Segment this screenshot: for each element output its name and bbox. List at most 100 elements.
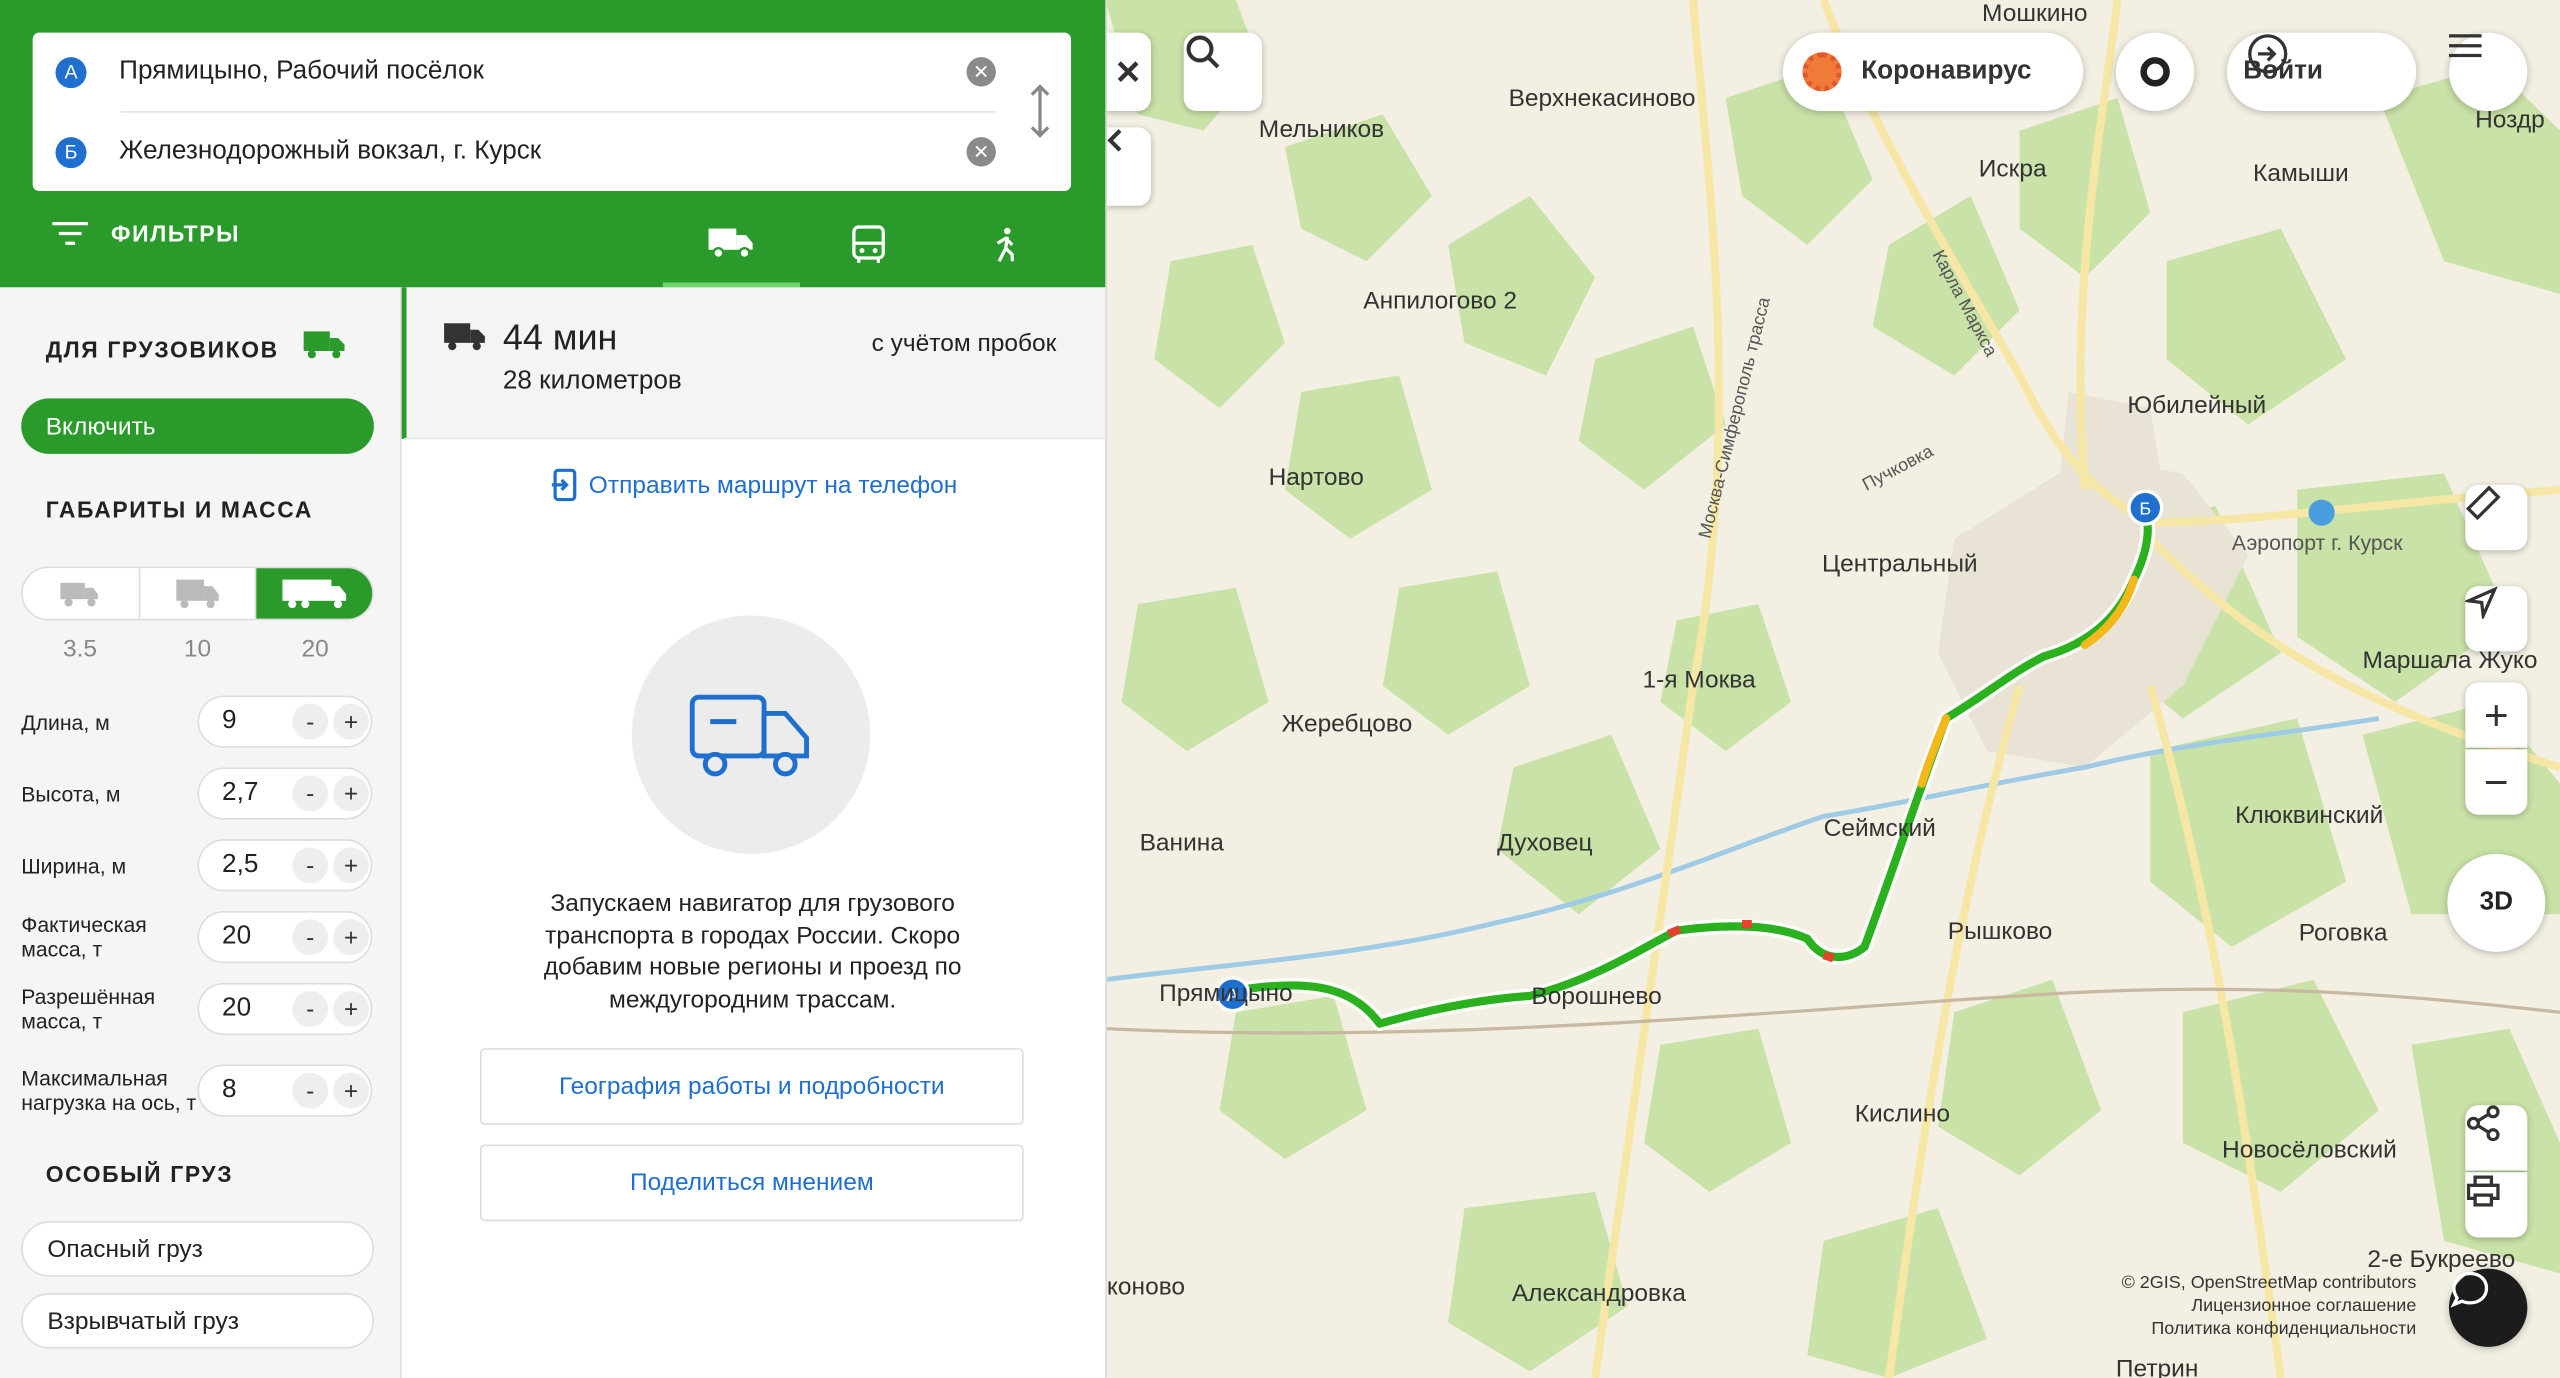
clear-from-icon[interactable]: ✕ [966, 57, 996, 87]
param-value[interactable]: 20 [222, 994, 287, 1023]
swap-points-button[interactable] [1022, 82, 1058, 141]
zoom-out-button[interactable]: − [2465, 749, 2528, 815]
param-label: Фактическая масса, т [21, 912, 147, 962]
route-results: 44 мин 28 километров с учётом пробок Отп… [401, 287, 1106, 1378]
3d-compass-button[interactable]: 3D [2447, 853, 2546, 952]
place-label: Прямицыно [1159, 979, 1293, 1008]
truck-icon [303, 331, 345, 359]
param-stepper[interactable]: 2,5 - + [197, 839, 373, 892]
weight-label: 20 [301, 635, 329, 663]
param-value[interactable]: 8 [222, 1076, 287, 1105]
privacy-link[interactable]: Политика конфиденциальности [2122, 1319, 2416, 1339]
filters-button[interactable]: ФИЛЬТРЫ [52, 220, 240, 247]
chat-button[interactable] [2448, 1268, 2528, 1347]
swap-icon [1030, 84, 1050, 138]
collapse-panel-button[interactable] [1105, 127, 1152, 206]
tab-public-transport[interactable] [800, 202, 937, 287]
param-value[interactable]: 2,5 [222, 851, 287, 880]
param-label: Высота, м [21, 781, 121, 806]
param-row: Высота, м 2,7 - + [21, 767, 374, 820]
param-stepper[interactable]: 20 - + [197, 911, 373, 964]
increment-button[interactable]: + [333, 775, 369, 812]
search-button[interactable] [1183, 32, 1263, 112]
copyright-text: © 2GIS, OpenStreetMap contributors [2121, 1273, 2417, 1294]
special-cargo-title: ОСОБЫЙ ГРУЗ [45, 1160, 234, 1187]
send-to-phone-label: Отправить маршрут на телефон [588, 471, 958, 499]
locate-button[interactable] [2465, 586, 2528, 652]
decrement-button[interactable]: - [292, 703, 329, 740]
map[interactable]: А Б Мошкино Мельников Верхнекасиново Иск… [1105, 0, 2560, 1378]
param-row: Фактическая масса, т 20 - + [21, 911, 374, 964]
param-stepper[interactable]: 9 - + [197, 695, 373, 748]
to-text[interactable]: Железнодорожный вокзал, г. Курск [119, 137, 966, 166]
enable-trucks-button[interactable]: Включить [21, 398, 374, 454]
param-stepper[interactable]: 20 - + [197, 982, 373, 1036]
route-summary[interactable]: 44 мин 28 километров с учётом пробок [401, 287, 1106, 440]
attribution: © 2GIS, OpenStreetMap contributors Лицен… [2122, 1273, 2417, 1338]
increment-button[interactable]: + [333, 847, 369, 884]
from-text[interactable]: Прямицыно, Рабочий посёлок [119, 57, 966, 86]
print-icon [2466, 1175, 2500, 1207]
increment-button[interactable]: + [333, 703, 369, 740]
tab-truck[interactable] [662, 202, 800, 288]
ruler-icon [2465, 485, 2501, 521]
print-button[interactable] [2465, 1172, 2528, 1238]
explosive-cargo-option[interactable]: Взрывчатый груз [21, 1293, 374, 1349]
navigation-arrow-icon [2465, 586, 2498, 619]
place-label: Роговка [2298, 919, 2388, 947]
decrement-button[interactable]: - [292, 919, 329, 956]
pedestrian-icon [996, 227, 1014, 262]
truck-icon [708, 227, 753, 259]
login-icon [2248, 34, 2288, 74]
weight-class-selector[interactable] [21, 566, 374, 621]
truck-illustration [631, 615, 871, 854]
weight-label: 3.5 [62, 635, 98, 663]
decrement-button[interactable]: - [292, 775, 329, 812]
place-label: 1-я Моква [1642, 666, 1756, 694]
weight-3-5-option[interactable] [23, 568, 140, 619]
increment-button[interactable]: + [333, 991, 369, 1027]
covid-label: Коронавирус [1861, 57, 2032, 85]
from-badge: А [55, 56, 87, 88]
send-to-phone-link[interactable]: Отправить маршрут на телефон [402, 468, 1106, 502]
covid-button[interactable]: Коронавирус [1782, 32, 2084, 112]
layers-icon [2140, 57, 2170, 87]
param-row: Ширина, м 2,5 - + [21, 839, 374, 892]
decrement-button[interactable]: - [292, 847, 329, 884]
login-button[interactable]: Войти [2226, 32, 2417, 112]
tab-pedestrian[interactable] [937, 202, 1074, 287]
param-stepper[interactable]: 2,7 - + [197, 767, 373, 820]
menu-button[interactable] [2448, 32, 2528, 112]
param-value[interactable]: 9 [222, 707, 287, 736]
send-to-phone-icon [551, 468, 576, 502]
close-route-button[interactable]: ✕ [1105, 32, 1152, 112]
decrement-button[interactable]: - [292, 1072, 329, 1109]
route-to-field[interactable]: Б Железнодорожный вокзал, г. Курск ✕ [33, 113, 996, 191]
clear-to-icon[interactable]: ✕ [966, 137, 996, 167]
place-label: Центральный [1822, 550, 1978, 578]
place-label: Камыши [2253, 159, 2349, 188]
route-from-field[interactable]: А Прямицыно, Рабочий посёлок ✕ [33, 33, 996, 111]
param-value[interactable]: 2,7 [222, 779, 287, 808]
weight-10-option[interactable] [140, 568, 257, 619]
route-points-card: А Прямицыно, Рабочий посёлок ✕ Б Железно… [32, 32, 1072, 192]
share-button[interactable] [2465, 1105, 2528, 1171]
ruler-button[interactable] [2465, 484, 2528, 551]
geography-details-button[interactable]: География работы и подробности [479, 1048, 1024, 1125]
weight-20-option[interactable] [256, 568, 373, 619]
param-value[interactable]: 20 [222, 922, 287, 951]
layers-button[interactable] [2115, 32, 2195, 112]
license-link[interactable]: Лицензионное соглашение [2122, 1296, 2416, 1316]
place-label: Искра [1978, 155, 2047, 183]
zoom-in-button[interactable]: + [2465, 682, 2528, 748]
feedback-button[interactable]: Поделиться мнением [479, 1144, 1024, 1222]
increment-button[interactable]: + [333, 919, 369, 956]
dangerous-cargo-option[interactable]: Опасный груз [21, 1221, 374, 1277]
place-label: Жеребцово [1281, 710, 1413, 738]
large-truck-icon [281, 578, 346, 608]
increment-button[interactable]: + [333, 1072, 369, 1109]
truck-settings: ДЛЯ ГРУЗОВИКОВ Включить ГАБАРИТЫ И МАССА… [0, 287, 402, 1378]
3d-label: 3D [2479, 888, 2514, 916]
param-stepper[interactable]: 8 - + [197, 1064, 373, 1117]
decrement-button[interactable]: - [292, 991, 329, 1027]
